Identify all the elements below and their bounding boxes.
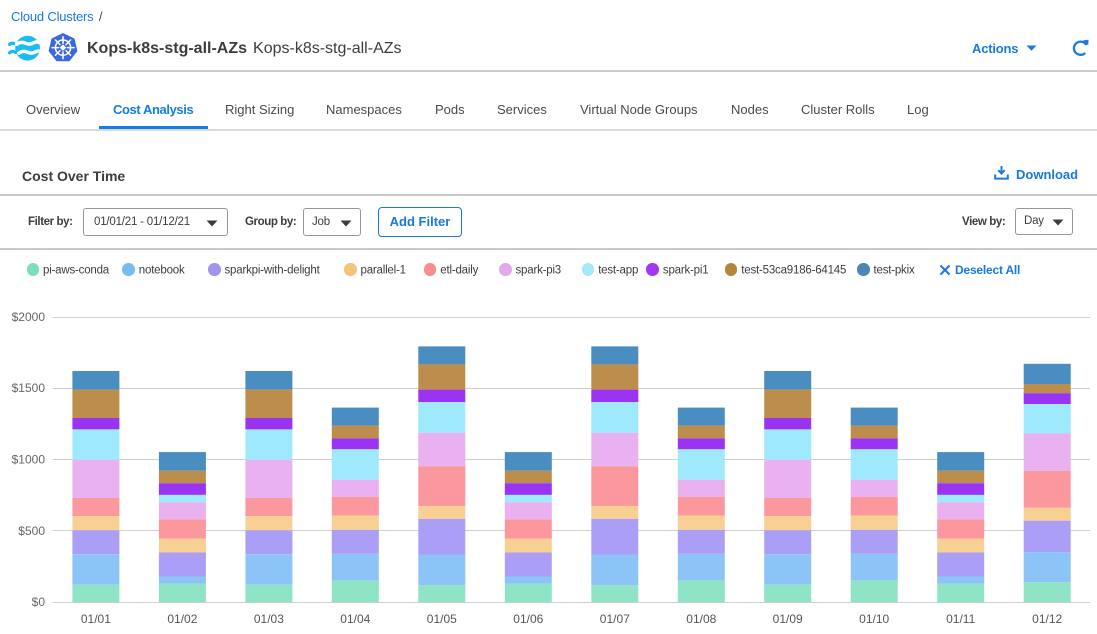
svg-text:$1000: $1000: [12, 453, 46, 467]
svg-text:01/07: 01/07: [600, 612, 630, 626]
svg-text:$0: $0: [32, 595, 46, 609]
svg-text:$500: $500: [18, 524, 45, 538]
svg-text:01/09: 01/09: [773, 612, 803, 626]
svg-text:01/12: 01/12: [1032, 612, 1062, 626]
svg-text:01/03: 01/03: [254, 612, 284, 626]
svg-text:01/04: 01/04: [340, 612, 370, 626]
svg-text:$1500: $1500: [12, 381, 46, 395]
svg-text:01/08: 01/08: [686, 612, 716, 626]
svg-text:01/06: 01/06: [513, 612, 543, 626]
svg-text:01/10: 01/10: [859, 612, 889, 626]
svg-text:01/02: 01/02: [167, 612, 197, 626]
svg-text:$2000: $2000: [12, 310, 46, 324]
svg-text:01/11: 01/11: [946, 612, 975, 626]
svg-text:01/05: 01/05: [427, 612, 457, 626]
svg-text:01/01: 01/01: [81, 612, 111, 626]
